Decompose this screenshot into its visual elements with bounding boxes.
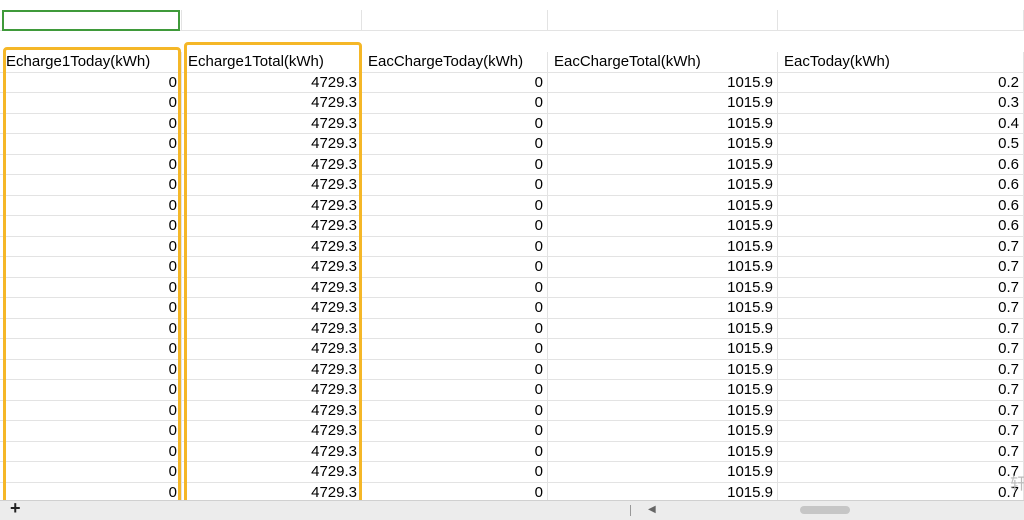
table-cell[interactable]: 1015.9 <box>548 134 778 155</box>
table-cell[interactable]: 1015.9 <box>548 93 778 114</box>
table-cell[interactable]: 1015.9 <box>548 339 778 360</box>
table-cell[interactable]: 0 <box>362 72 548 93</box>
table-cell[interactable]: 1015.9 <box>548 195 778 216</box>
table-cell[interactable]: 0.7 <box>778 462 1024 483</box>
table-cell[interactable]: 0 <box>362 298 548 319</box>
table-cell[interactable]: 0.7 <box>778 421 1024 442</box>
table-cell[interactable]: 1015.9 <box>548 421 778 442</box>
table-cell[interactable]: 0 <box>362 462 548 483</box>
sheet-tab-bar: + ◀ <box>0 498 1024 520</box>
table-cell[interactable] <box>778 10 1024 31</box>
table-cell[interactable] <box>548 10 778 31</box>
table-cell[interactable]: 0 <box>362 93 548 114</box>
table-cell[interactable]: 1015.9 <box>548 113 778 134</box>
column-header[interactable]: EacChargeToday(kWh) <box>362 52 548 73</box>
table-cell[interactable]: 1015.9 <box>548 482 778 500</box>
table-cell[interactable]: 0.7 <box>778 441 1024 462</box>
horizontal-scrollbar-thumb[interactable] <box>800 506 850 514</box>
column-highlight-box <box>3 47 181 500</box>
table-cell[interactable]: 0 <box>362 421 548 442</box>
table-cell[interactable] <box>182 10 362 31</box>
column-highlight-box <box>184 42 362 500</box>
table-cell[interactable]: 0.6 <box>778 175 1024 196</box>
table-cell[interactable]: 0.4 <box>778 113 1024 134</box>
table-cell[interactable]: 0.7 <box>778 400 1024 421</box>
table-cell[interactable]: 1015.9 <box>548 318 778 339</box>
table-cell[interactable]: 0.7 <box>778 236 1024 257</box>
table-cell[interactable]: 0.7 <box>778 482 1024 500</box>
table-cell[interactable]: 1015.9 <box>548 359 778 380</box>
table-cell[interactable]: 0.6 <box>778 154 1024 175</box>
divider <box>630 505 631 516</box>
table-cell[interactable]: 0 <box>362 400 548 421</box>
table-cell[interactable]: 1015.9 <box>548 277 778 298</box>
table-cell[interactable]: 1015.9 <box>548 236 778 257</box>
watermark: 轩 <box>1010 476 1024 493</box>
table-cell[interactable]: 1015.9 <box>548 298 778 319</box>
table-cell[interactable]: 0.7 <box>778 380 1024 401</box>
table-cell[interactable]: 1015.9 <box>548 154 778 175</box>
plus-icon[interactable]: + <box>10 498 21 519</box>
column-header[interactable]: EacToday(kWh) <box>778 52 1024 73</box>
table-cell[interactable]: 0.7 <box>778 277 1024 298</box>
table-cell[interactable]: 0 <box>362 482 548 500</box>
table-cell[interactable]: 0 <box>362 257 548 278</box>
table-cell[interactable]: 1015.9 <box>548 380 778 401</box>
table-cell[interactable]: 0 <box>362 216 548 237</box>
table-cell[interactable]: 0 <box>362 134 548 155</box>
table-cell[interactable]: 0.3 <box>778 93 1024 114</box>
spreadsheet-grid[interactable]: Echarge1Today(kWh) Echarge1Total(kWh) Ea… <box>0 0 1024 500</box>
column-header[interactable]: EacChargeTotal(kWh) <box>548 52 778 73</box>
table-cell[interactable]: 1015.9 <box>548 216 778 237</box>
arrow-left-icon[interactable]: ◀ <box>648 504 656 515</box>
table-cell[interactable]: 0 <box>362 113 548 134</box>
table-cell[interactable]: 0 <box>362 380 548 401</box>
table-cell[interactable]: 0 <box>362 359 548 380</box>
table-cell[interactable]: 0 <box>362 154 548 175</box>
table-cell[interactable]: 1015.9 <box>548 175 778 196</box>
table-cell[interactable]: 0 <box>362 318 548 339</box>
selected-cell-outline <box>2 10 180 31</box>
table-cell[interactable]: 0.6 <box>778 195 1024 216</box>
table-cell[interactable]: 0 <box>362 236 548 257</box>
table-cell[interactable] <box>362 10 548 31</box>
table-cell[interactable]: 1015.9 <box>548 462 778 483</box>
table-cell[interactable]: 0.5 <box>778 134 1024 155</box>
table-cell[interactable]: 1015.9 <box>548 257 778 278</box>
table-cell[interactable]: 1015.9 <box>548 400 778 421</box>
table-cell[interactable]: 0 <box>362 441 548 462</box>
table-cell[interactable]: 0 <box>362 175 548 196</box>
table-cell[interactable]: 0.7 <box>778 339 1024 360</box>
table-cell[interactable]: 0.7 <box>778 359 1024 380</box>
table-cell[interactable]: 0.7 <box>778 318 1024 339</box>
table-cell[interactable]: 0 <box>362 339 548 360</box>
table-cell[interactable]: 0.7 <box>778 298 1024 319</box>
table-cell[interactable]: 0 <box>362 195 548 216</box>
table-cell[interactable]: 0.6 <box>778 216 1024 237</box>
table-cell[interactable]: 0 <box>362 277 548 298</box>
table-cell[interactable]: 0.2 <box>778 72 1024 93</box>
table-cell[interactable]: 0.7 <box>778 257 1024 278</box>
table-cell[interactable]: 1015.9 <box>548 72 778 93</box>
table-cell[interactable]: 1015.9 <box>548 441 778 462</box>
